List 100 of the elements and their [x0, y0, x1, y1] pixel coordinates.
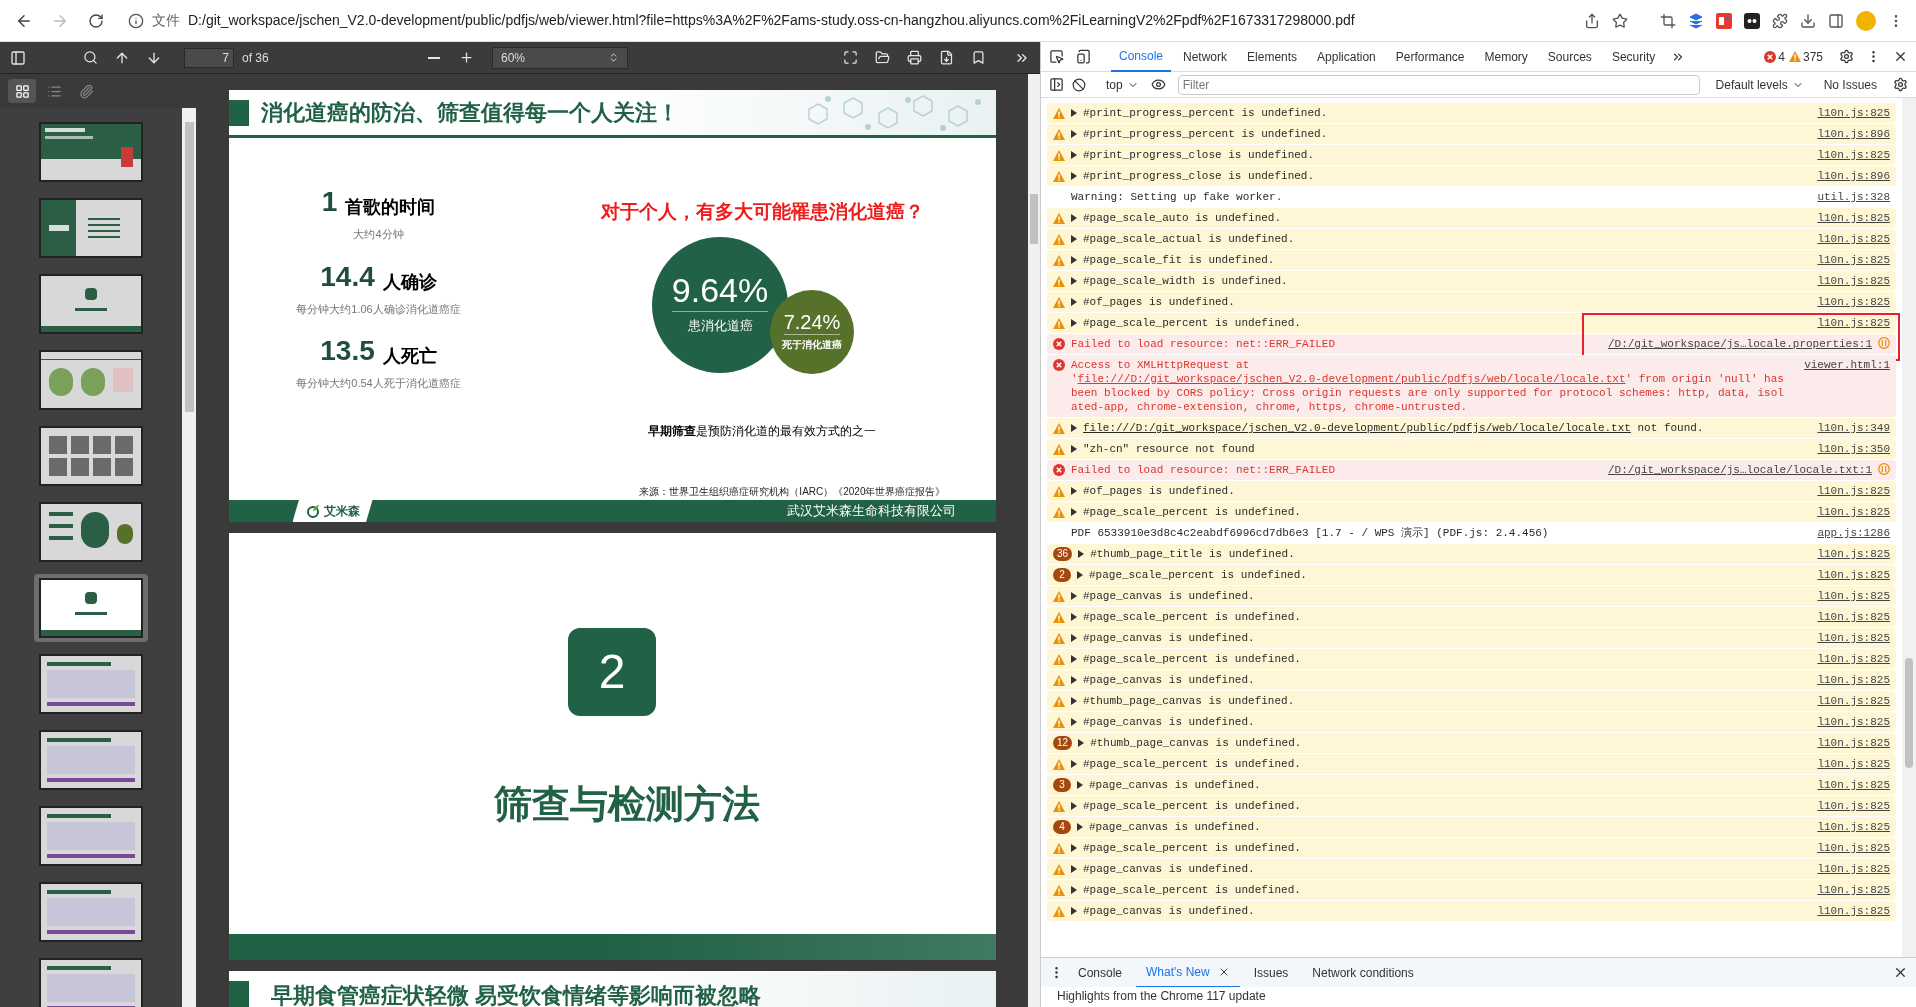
- file-link[interactable]: file:///D:/git_workspace/jschen_V2.0-development/public/pdfjs/web/locale/locale.txt: [1077, 373, 1626, 385]
- expand-arrow-icon[interactable]: [1071, 424, 1077, 432]
- download-icon[interactable]: [1800, 12, 1816, 29]
- devtools-tab[interactable]: Performance: [1387, 41, 1473, 72]
- source-link[interactable]: /D:/git_workspace/js…locale.properties:1: [1607, 337, 1872, 351]
- source-link[interactable]: l10n.js:825: [1817, 862, 1890, 876]
- page-number-field[interactable]: 7: [184, 47, 234, 68]
- source-link[interactable]: l10n.js:825: [1817, 106, 1890, 120]
- log-levels-select[interactable]: Default levels: [1715, 75, 1804, 94]
- source-link[interactable]: l10n.js:825: [1817, 694, 1890, 708]
- expand-arrow-icon[interactable]: [1071, 277, 1077, 285]
- expand-arrow-icon[interactable]: [1077, 823, 1083, 831]
- expand-arrow-icon[interactable]: [1071, 844, 1077, 852]
- clear-console-icon[interactable]: [1072, 77, 1086, 92]
- scrollbar[interactable]: [1902, 98, 1916, 957]
- expand-arrow-icon[interactable]: [1071, 214, 1077, 222]
- expand-arrow-icon[interactable]: [1071, 865, 1077, 873]
- eye-icon[interactable]: [1150, 77, 1166, 92]
- expand-arrow-icon[interactable]: [1071, 802, 1077, 810]
- source-link[interactable]: l10n.js:896: [1817, 127, 1890, 141]
- expand-arrow-icon[interactable]: [1078, 739, 1085, 747]
- source-link[interactable]: l10n.js:825: [1817, 148, 1890, 162]
- source-link[interactable]: l10n.js:825: [1817, 274, 1890, 288]
- devtools-tab[interactable]: Memory: [1476, 41, 1536, 72]
- address-bar[interactable]: 文件 D:/git_workspace/jschen_V2.0-development/public/pdfjs/web/viewer.html?file=https%3A%2F%2Fams-study.oss-cn-hangzhou.aliyuncs.com%2FiLearningV2%2Fpdf%2F1673317298000.pdf: [116, 5, 1580, 36]
- expand-arrow-icon[interactable]: [1071, 907, 1077, 915]
- zoom-select[interactable]: 60%: [492, 46, 628, 69]
- expand-arrow-icon[interactable]: [1071, 319, 1077, 327]
- source-link[interactable]: util.js:328: [1817, 190, 1890, 204]
- source-link[interactable]: l10n.js:350: [1817, 442, 1890, 456]
- source-link[interactable]: l10n.js:825: [1817, 295, 1890, 309]
- source-link[interactable]: l10n.js:825: [1817, 904, 1890, 918]
- file-link[interactable]: file:///D:/git_workspace/jschen_V2.0-development/public/pdfjs/web/locale/locale.txt: [1083, 422, 1631, 434]
- close-icon[interactable]: [1893, 49, 1908, 64]
- expand-arrow-icon[interactable]: [1071, 508, 1077, 516]
- expand-arrow-icon[interactable]: [1071, 445, 1077, 453]
- source-link[interactable]: l10n.js:825: [1817, 778, 1890, 792]
- expand-arrow-icon[interactable]: [1071, 256, 1077, 264]
- expand-arrow-icon[interactable]: [1077, 781, 1083, 789]
- source-link[interactable]: l10n.js:825: [1817, 547, 1890, 561]
- expand-arrow-icon[interactable]: [1071, 109, 1077, 117]
- source-link[interactable]: l10n.js:825: [1817, 631, 1890, 645]
- device-toolbar-icon[interactable]: [1076, 49, 1091, 64]
- inspect-icon[interactable]: [1049, 49, 1064, 64]
- source-link[interactable]: l10n.js:825: [1817, 673, 1890, 687]
- source-link[interactable]: l10n.js:825: [1817, 568, 1890, 582]
- source-link[interactable]: viewer.html:1: [1804, 358, 1890, 372]
- expand-arrow-icon[interactable]: [1078, 550, 1085, 558]
- source-link[interactable]: l10n.js:825: [1817, 799, 1890, 813]
- devtools-tab[interactable]: Network: [1175, 41, 1236, 72]
- expand-arrow-icon[interactable]: [1071, 235, 1077, 243]
- bookmark-star-icon[interactable]: [1612, 12, 1628, 29]
- expand-arrow-icon[interactable]: [1077, 571, 1083, 579]
- context-select[interactable]: top: [1102, 75, 1143, 94]
- expand-arrow-icon[interactable]: [1071, 298, 1077, 306]
- scrollbar[interactable]: [182, 108, 196, 1007]
- filter-field[interactable]: Filter: [1177, 74, 1700, 95]
- close-drawer-icon[interactable]: [1893, 965, 1908, 980]
- source-link[interactable]: /D:/git_workspace/js…locale/locale.txt:1: [1607, 463, 1872, 477]
- devtools-tab[interactable]: Sources: [1539, 41, 1600, 72]
- expand-arrow-icon[interactable]: [1071, 172, 1077, 180]
- source-link[interactable]: l10n.js:825: [1817, 715, 1890, 729]
- expand-arrow-icon[interactable]: [1071, 592, 1077, 600]
- source-link[interactable]: l10n.js:825: [1817, 316, 1890, 330]
- crop-icon[interactable]: [1660, 12, 1676, 29]
- source-link[interactable]: l10n.js:825: [1817, 841, 1890, 855]
- settings-icon[interactable]: [1893, 77, 1908, 92]
- expand-arrow-icon[interactable]: [1071, 718, 1077, 726]
- side-panel-icon[interactable]: [1828, 12, 1844, 29]
- devtools-tab[interactable]: Console: [1111, 41, 1172, 72]
- source-link[interactable]: l10n.js:825: [1817, 253, 1890, 267]
- expand-arrow-icon[interactable]: [1071, 487, 1077, 495]
- expand-arrow-icon[interactable]: [1071, 151, 1077, 159]
- scrollbar[interactable]: [1028, 74, 1040, 1007]
- source-link[interactable]: l10n.js:825: [1817, 757, 1890, 771]
- source-link[interactable]: l10n.js:825: [1817, 610, 1890, 624]
- devtools-tab[interactable]: Elements: [1239, 41, 1306, 72]
- warning-count[interactable]: 375: [1802, 47, 1823, 66]
- source-link[interactable]: l10n.js:349: [1817, 421, 1890, 435]
- drawer-tab[interactable]: Console: [1068, 957, 1133, 988]
- extensions-icon[interactable]: [1772, 12, 1788, 29]
- error-count[interactable]: 4: [1778, 47, 1785, 66]
- expand-arrow-icon[interactable]: [1071, 676, 1077, 684]
- sidebar-icon[interactable]: [1049, 77, 1064, 92]
- source-link[interactable]: app.js:1286: [1817, 526, 1890, 540]
- devtools-tab[interactable]: Security: [1603, 41, 1664, 72]
- source-link[interactable]: l10n.js:825: [1817, 589, 1890, 603]
- expand-arrow-icon[interactable]: [1071, 130, 1077, 138]
- source-link[interactable]: l10n.js:825: [1817, 484, 1890, 498]
- expand-arrow-icon[interactable]: [1071, 697, 1077, 705]
- source-link[interactable]: l10n.js:825: [1817, 736, 1890, 750]
- source-link[interactable]: l10n.js:825: [1817, 820, 1890, 834]
- drawer-tab[interactable]: Network conditions: [1302, 957, 1424, 988]
- share-icon[interactable]: [1584, 12, 1600, 29]
- drawer-tab[interactable]: Issues: [1243, 957, 1299, 988]
- source-link[interactable]: l10n.js:825: [1817, 652, 1890, 666]
- expand-arrow-icon[interactable]: [1071, 760, 1077, 768]
- issues-status[interactable]: No Issues: [1823, 75, 1877, 94]
- slide-thumbnail[interactable]: [34, 574, 148, 642]
- expand-arrow-icon[interactable]: [1071, 613, 1077, 621]
